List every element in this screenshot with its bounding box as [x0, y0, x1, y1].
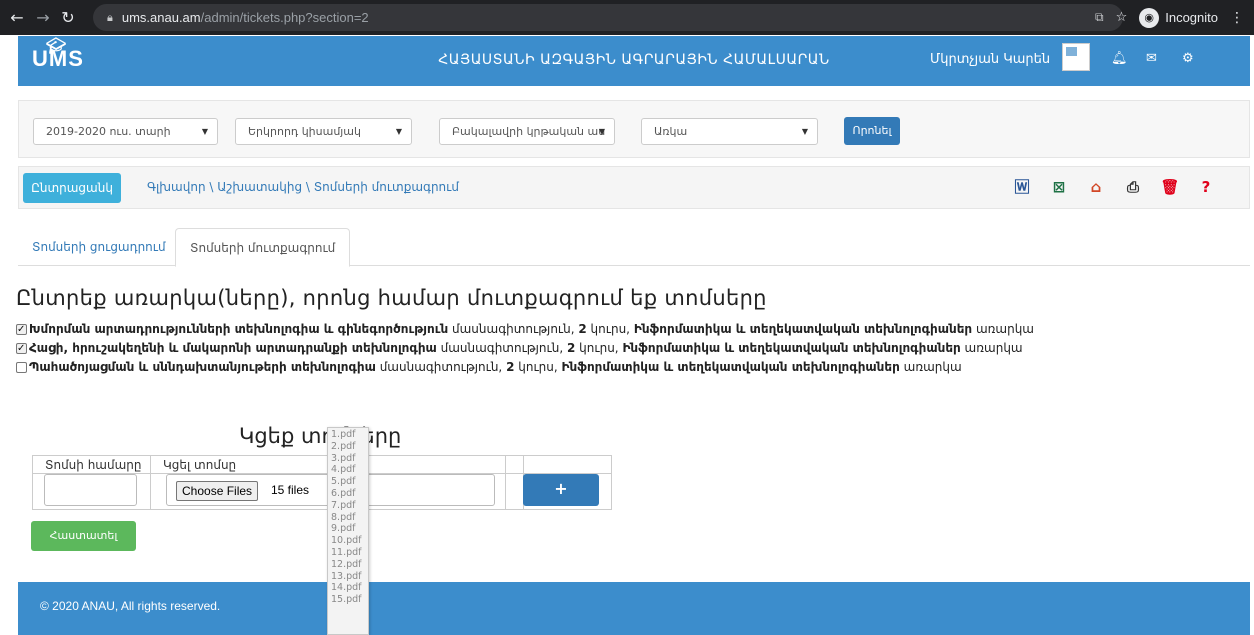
incognito-indicator[interactable]: ◉ Incognito [1139, 7, 1218, 28]
chevron-down-icon: ▼ [801, 127, 808, 136]
specialty-word: մասնագիտություն, [448, 322, 579, 336]
course-word: կուրս, [514, 360, 562, 374]
section-title: Ընտրեք առարկա(ները), որոնց համար մուտքագ… [16, 286, 767, 310]
browser-menu-icon[interactable]: ⋮ [1230, 10, 1244, 26]
list-item: 3.pdf [331, 452, 356, 464]
list-item: 14.pdf [331, 582, 362, 594]
column-header-action [523, 455, 612, 474]
list-item: 2.pdf [331, 440, 356, 452]
specialty-word: մասնագիտություն, [375, 360, 507, 374]
list-item: 11.pdf [331, 546, 362, 558]
reload-icon[interactable]: ↻ [57, 8, 79, 27]
avatar[interactable] [1062, 43, 1090, 71]
menu-button[interactable]: Ընտրացանկ [23, 173, 121, 203]
list-item[interactable]: Պահածոյացման և սննդախտանյութերի տեխնոլոգ… [16, 358, 1246, 377]
files-count: 15 files [271, 483, 310, 497]
confirm-button[interactable]: Հաստատել [31, 521, 136, 551]
subject-word: առարկա [960, 341, 1023, 355]
subject-checkbox[interactable] [16, 339, 27, 358]
tab-bar: Տոմսերի ցուցադրում Տոմսերի մուտքագրում [18, 228, 1250, 267]
add-row-button[interactable]: + [523, 474, 599, 506]
subject-name: Ինֆորմատիկա և տեղեկատվական տեխնոլոգիաներ [622, 341, 961, 355]
ticket-number-input[interactable] [44, 474, 137, 506]
subject-list: Խմորման արտադրությունների տեխնոլոգիա և գ… [16, 320, 1246, 377]
subject-checkbox[interactable] [16, 362, 27, 373]
url-path: /admin/tickets.php?section=2 [200, 10, 369, 25]
breadcrumb[interactable]: Գլխավոր \ Աշխատակից \ Տոմսերի մուտքագրու… [147, 180, 459, 194]
selected-files-tooltip: 1.pdf 2.pdf 3.pdf 4.pdf 5.pdf 6.pdf 7.pd… [327, 427, 369, 635]
form-select[interactable]: Առկա ▼ [641, 118, 818, 145]
excel-export-icon[interactable]: ⊠ [1049, 176, 1069, 198]
semester-select-value: Երկրորդ կիսամյակ [248, 125, 361, 138]
specialty-name: Խմորման արտադրությունների տեխնոլոգիա և գ… [29, 322, 449, 336]
list-item[interactable]: Հացի, հրուշակեղենի և մակարոնի արտադրանքի… [16, 339, 1246, 358]
specialty-name: Հացի, հրուշակեղենի և մակարոնի արտադրանքի… [29, 341, 437, 355]
level-select[interactable]: Բակալավրի կրթական աս ▼ [439, 118, 615, 145]
list-item[interactable]: Խմորման արտադրությունների տեխնոլոգիա և գ… [16, 320, 1246, 339]
subject-word: առարկա [972, 322, 1034, 336]
upload-title: Կցեք տոմսերը [239, 424, 402, 448]
column-header-spacer [505, 455, 524, 474]
breadcrumb-bar: Ընտրացանկ Գլխավոր \ Աշխատակից \ Տոմսերի … [18, 166, 1250, 209]
lock-icon: 🔒︎ [107, 10, 113, 24]
incognito-label: Incognito [1165, 10, 1218, 25]
browser-toolbar: ← → ↻ 🔒︎ ums.anau.am/admin/tickets.php?s… [0, 0, 1254, 35]
level-select-value: Բակալավրի կրթական աս [452, 125, 606, 138]
course-word: կուրս, [586, 322, 634, 336]
word-export-icon[interactable]: 🅆 [1012, 176, 1032, 198]
forward-arrow-icon[interactable]: → [32, 8, 54, 27]
list-item: 15.pdf [331, 594, 362, 606]
specialty-name: Պահածոյացման և սննդախտանյութերի տեխնոլոգ… [29, 360, 376, 374]
list-item: 4.pdf [331, 464, 356, 476]
address-bar[interactable]: 🔒︎ ums.anau.am/admin/tickets.php?section… [93, 4, 1123, 31]
filter-bar: 2019-2020 ուս. տարի ▼ Երկրորդ կիսամյակ ▼ Բ… [18, 100, 1250, 158]
list-item: 8.pdf [331, 511, 356, 523]
copyright: © 2020 ANAU, All rights reserved. [40, 599, 221, 613]
subject-word: առարկա [899, 360, 962, 374]
tab-tickets-view[interactable]: Տոմսերի ցուցադրում [18, 228, 180, 266]
envelope-icon[interactable]: ✉ [1146, 51, 1157, 66]
trash-icon[interactable]: 🗑︎ [1160, 176, 1180, 198]
list-item: 1.pdf [331, 429, 356, 440]
help-icon[interactable]: ? [1196, 176, 1216, 198]
year-select[interactable]: 2019-2020 ուս. տարի ▼ [33, 118, 218, 145]
bell-icon[interactable]: 🔔︎ [1111, 51, 1128, 66]
list-item: 6.pdf [331, 487, 356, 499]
chevron-down-icon: ▼ [201, 127, 208, 136]
list-item: 10.pdf [331, 535, 362, 547]
course-number: 2 [506, 360, 515, 374]
incognito-icon: ◉ [1139, 7, 1160, 28]
pdf-export-icon[interactable]: ⌂ [1086, 176, 1106, 198]
gear-icon[interactable]: ⚙ [1182, 51, 1194, 66]
year-select-value: 2019-2020 ուս. տարի [46, 125, 171, 138]
form-select-value: Առկա [654, 125, 688, 138]
list-item: 7.pdf [331, 499, 356, 511]
course-number: 2 [566, 341, 576, 355]
list-item: 13.pdf [331, 570, 362, 582]
list-item: 5.pdf [331, 476, 356, 488]
tab-tickets-entry[interactable]: Տոմսերի մուտքագրում [175, 228, 351, 267]
url-host: ums.anau.am [121, 10, 201, 25]
app-header: 🎓︎ UMS ՀԱՅԱՍՏԱՆԻ ԱԶԳԱՅԻՆ ԱԳՐԱՐԱՅԻՆ ՀԱՄԱԼ… [18, 36, 1250, 86]
choose-files-button[interactable]: Choose Files [176, 481, 259, 501]
subject-checkbox[interactable] [16, 320, 27, 339]
course-word: կուրս, [575, 341, 623, 355]
course-number: 2 [578, 322, 587, 336]
semester-select[interactable]: Երկրորդ կիսամյակ ▼ [235, 118, 412, 145]
subject-name: Ինֆորմատիկա և տեղեկատվական տեխնոլոգիաներ [633, 322, 973, 336]
footer: © 2020 ANAU, All rights reserved. [18, 582, 1250, 635]
bookmark-star-icon[interactable]: ☆ [1116, 10, 1128, 25]
list-item: 12.pdf [331, 558, 362, 570]
subject-name: Ինֆորմատիկա և տեղեկատվական տեխնոլոգիաներ [561, 360, 900, 374]
user-name[interactable]: Մկրտչյան Կարեն [930, 52, 1050, 67]
print-icon[interactable]: ⎙ [1123, 176, 1143, 198]
search-button[interactable]: Որոնել [844, 117, 900, 145]
column-header-number: Տոմսի համարը [32, 455, 151, 474]
specialty-word: մասնագիտություն, [436, 341, 567, 355]
translate-icon[interactable]: ⧉ [1095, 10, 1104, 25]
chevron-down-icon: ▼ [598, 127, 605, 136]
list-item: 9.pdf [331, 523, 356, 535]
back-arrow-icon[interactable]: ← [6, 8, 28, 27]
chevron-down-icon: ▼ [395, 127, 402, 136]
